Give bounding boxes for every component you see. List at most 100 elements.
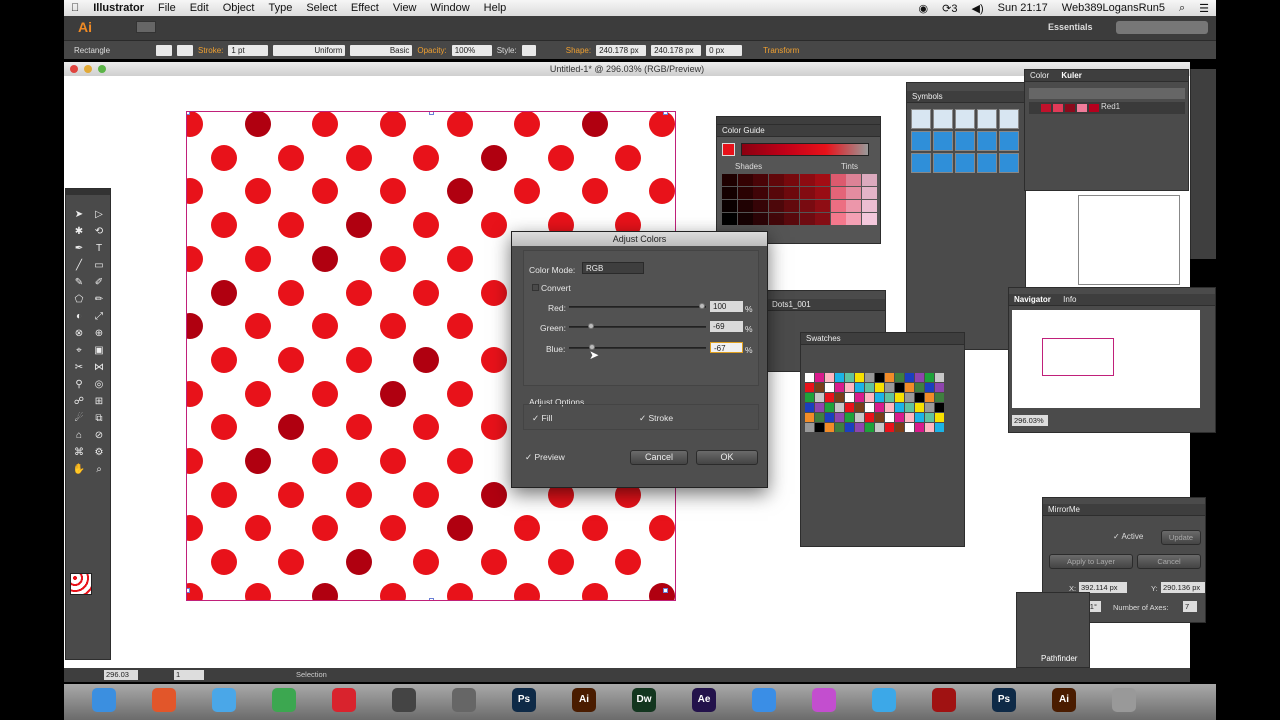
tool-icon[interactable]: ⚲ xyxy=(72,379,86,391)
navigator-zoom-field[interactable]: 296.03% xyxy=(1012,415,1048,426)
tool-icon[interactable]: ⚙ xyxy=(92,447,106,459)
color-guide-swatch[interactable] xyxy=(722,200,737,212)
color-guide-swatch[interactable] xyxy=(737,174,753,186)
swatch[interactable] xyxy=(885,423,894,432)
swatch[interactable] xyxy=(865,393,874,402)
swatch[interactable] xyxy=(905,423,914,432)
symbol-thumbnail[interactable] xyxy=(977,153,997,173)
stroke-weight-field[interactable]: 1 pt xyxy=(228,44,269,56)
swatch[interactable] xyxy=(805,383,814,392)
symbol-thumbnail[interactable] xyxy=(999,109,1019,129)
swatch[interactable] xyxy=(875,413,884,422)
swatch[interactable] xyxy=(855,413,864,422)
color-guide-swatch[interactable] xyxy=(846,213,861,225)
color-guide-swatch[interactable] xyxy=(799,213,815,225)
tool-icon[interactable]: ⊞ xyxy=(92,396,106,408)
swatch[interactable] xyxy=(845,423,854,432)
swatch[interactable] xyxy=(925,413,934,422)
menu-list-icon[interactable]: ☰ xyxy=(1192,2,1216,15)
aftereffects-icon[interactable]: Ae xyxy=(692,688,716,712)
tool-icon[interactable]: ▭ xyxy=(92,260,106,272)
fill-checkbox[interactable]: ✓ Fill xyxy=(532,413,552,424)
swatch[interactable] xyxy=(915,393,924,402)
tool-icon[interactable]: ⋈ xyxy=(92,362,106,374)
swatch[interactable] xyxy=(885,373,894,382)
swatch[interactable] xyxy=(905,373,914,382)
itunes-icon[interactable] xyxy=(812,688,836,712)
swatch[interactable] xyxy=(855,393,864,402)
menu-file[interactable]: File xyxy=(151,2,183,14)
swatch[interactable] xyxy=(935,413,944,422)
dots-library-tab[interactable]: Dots1_001 xyxy=(767,299,885,311)
mirrorme-active[interactable]: ✓ Active xyxy=(1113,532,1143,541)
info-tab[interactable]: Info xyxy=(1063,295,1076,304)
selection-handle[interactable] xyxy=(187,112,190,115)
kuler-tab[interactable]: Kuler xyxy=(1061,71,1081,80)
color-guide-swatch[interactable] xyxy=(830,187,846,199)
tool-icon[interactable]: ✂ xyxy=(72,362,86,374)
minimize-window-button[interactable] xyxy=(84,65,92,73)
swatch[interactable] xyxy=(835,393,844,402)
menu-app-name[interactable]: Illustrator xyxy=(86,2,151,14)
swatch[interactable] xyxy=(875,393,884,402)
color-guide-swatch[interactable] xyxy=(753,213,768,225)
swatch[interactable] xyxy=(885,403,894,412)
tool-icon[interactable]: ⟲ xyxy=(92,226,106,238)
swatch[interactable] xyxy=(835,373,844,382)
green-value-field[interactable]: -69 xyxy=(710,321,743,332)
color-guide-swatch[interactable] xyxy=(784,213,799,225)
swatch[interactable] xyxy=(805,393,814,402)
swatch[interactable] xyxy=(935,393,944,402)
acrobat-icon[interactable] xyxy=(932,688,956,712)
swatch[interactable] xyxy=(885,413,894,422)
mirrorme-cancel-button[interactable]: Cancel xyxy=(1137,554,1201,569)
swatch[interactable] xyxy=(815,413,824,422)
menu-object[interactable]: Object xyxy=(216,2,262,14)
graphic-style-swatch[interactable] xyxy=(521,44,536,56)
swatch[interactable] xyxy=(865,423,874,432)
swatch[interactable] xyxy=(915,403,924,412)
swatch[interactable] xyxy=(815,373,824,382)
safari-icon[interactable] xyxy=(212,688,236,712)
convert-checkbox[interactable] xyxy=(532,284,539,291)
chrome-icon[interactable] xyxy=(272,688,296,712)
tool-icon[interactable]: ☄ xyxy=(72,413,86,425)
symbol-thumbnail[interactable] xyxy=(955,109,975,129)
tool-icon[interactable]: ✏ xyxy=(92,294,106,306)
swatch[interactable] xyxy=(915,373,924,382)
color-guide-swatch[interactable] xyxy=(846,200,861,212)
swatch[interactable] xyxy=(855,373,864,382)
swatch[interactable] xyxy=(865,413,874,422)
color-guide-swatch[interactable] xyxy=(830,174,846,186)
selection-handle[interactable] xyxy=(663,588,669,594)
color-guide-tab[interactable]: Color Guide xyxy=(717,125,880,137)
fill-swatch[interactable] xyxy=(156,44,173,56)
swatch[interactable] xyxy=(815,393,824,402)
symbols-grid[interactable] xyxy=(911,109,1023,175)
swatch[interactable] xyxy=(925,393,934,402)
blue-value-field[interactable]: -67 xyxy=(710,342,743,353)
color-guide-swatch[interactable] xyxy=(768,187,784,199)
tool-icon[interactable]: ◎ xyxy=(92,379,106,391)
color-guide-swatch[interactable] xyxy=(753,200,768,212)
swatch[interactable] xyxy=(855,403,864,412)
swatch[interactable] xyxy=(875,383,884,392)
cancel-button[interactable]: Cancel xyxy=(630,450,688,465)
color-guide-swatch[interactable] xyxy=(722,174,737,186)
swatch[interactable] xyxy=(835,413,844,422)
swatch[interactable] xyxy=(805,373,814,382)
transform-link[interactable]: Transform xyxy=(763,46,799,55)
selection-handle[interactable] xyxy=(663,112,669,115)
zoom-window-button[interactable] xyxy=(98,65,106,73)
ok-button[interactable]: OK xyxy=(696,450,758,465)
swatch[interactable] xyxy=(925,373,934,382)
tool-icon[interactable]: ⌕ xyxy=(92,464,106,476)
swatch[interactable] xyxy=(905,413,914,422)
tool-icon[interactable]: ╱ xyxy=(72,260,86,272)
color-guide-swatch[interactable] xyxy=(799,174,815,186)
menu-view[interactable]: View xyxy=(386,2,424,14)
twitter-icon[interactable] xyxy=(872,688,896,712)
color-guide-swatch[interactable] xyxy=(830,200,846,212)
color-guide-swatch[interactable] xyxy=(861,213,877,225)
symbol-thumbnail[interactable] xyxy=(999,131,1019,151)
